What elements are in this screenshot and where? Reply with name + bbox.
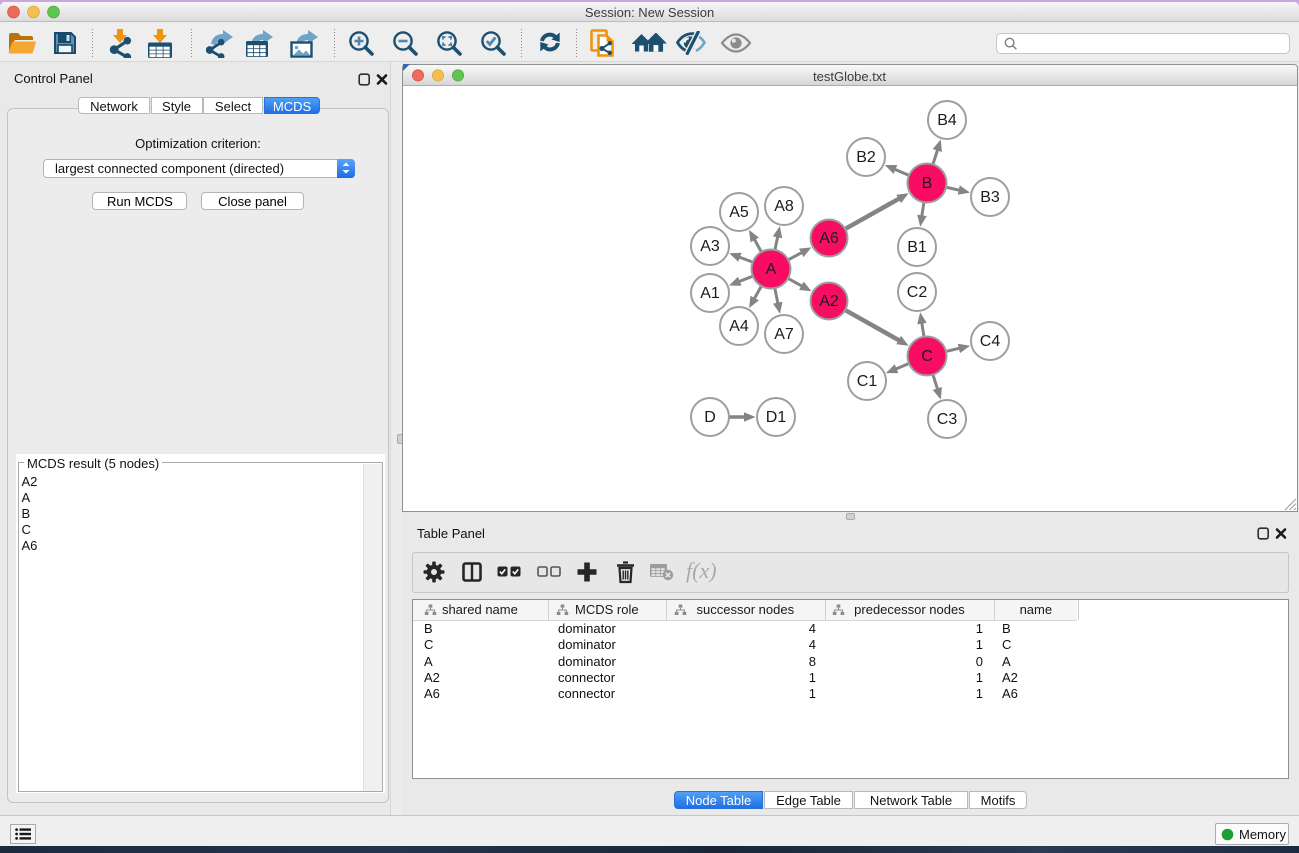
- svg-text:B2: B2: [856, 149, 876, 166]
- svg-text:A5: A5: [729, 204, 749, 221]
- svg-text:C: C: [921, 348, 933, 365]
- svg-text:C4: C4: [980, 333, 1001, 350]
- svg-text:A8: A8: [774, 198, 794, 215]
- svg-text:A3: A3: [700, 238, 720, 255]
- svg-text:B: B: [922, 175, 933, 192]
- svg-text:D1: D1: [766, 409, 787, 426]
- svg-text:A1: A1: [700, 285, 720, 302]
- svg-text:A: A: [766, 261, 777, 278]
- svg-text:A2: A2: [819, 293, 839, 310]
- svg-text:A7: A7: [774, 326, 794, 343]
- svg-text:B4: B4: [937, 112, 957, 129]
- svg-text:A4: A4: [729, 318, 749, 335]
- svg-text:B1: B1: [907, 239, 927, 256]
- svg-text:A6: A6: [819, 230, 839, 247]
- svg-text:C1: C1: [857, 373, 878, 390]
- svg-text:D: D: [704, 409, 716, 426]
- svg-text:C3: C3: [937, 411, 958, 428]
- svg-text:C2: C2: [907, 284, 928, 301]
- svg-text:B3: B3: [980, 189, 1000, 206]
